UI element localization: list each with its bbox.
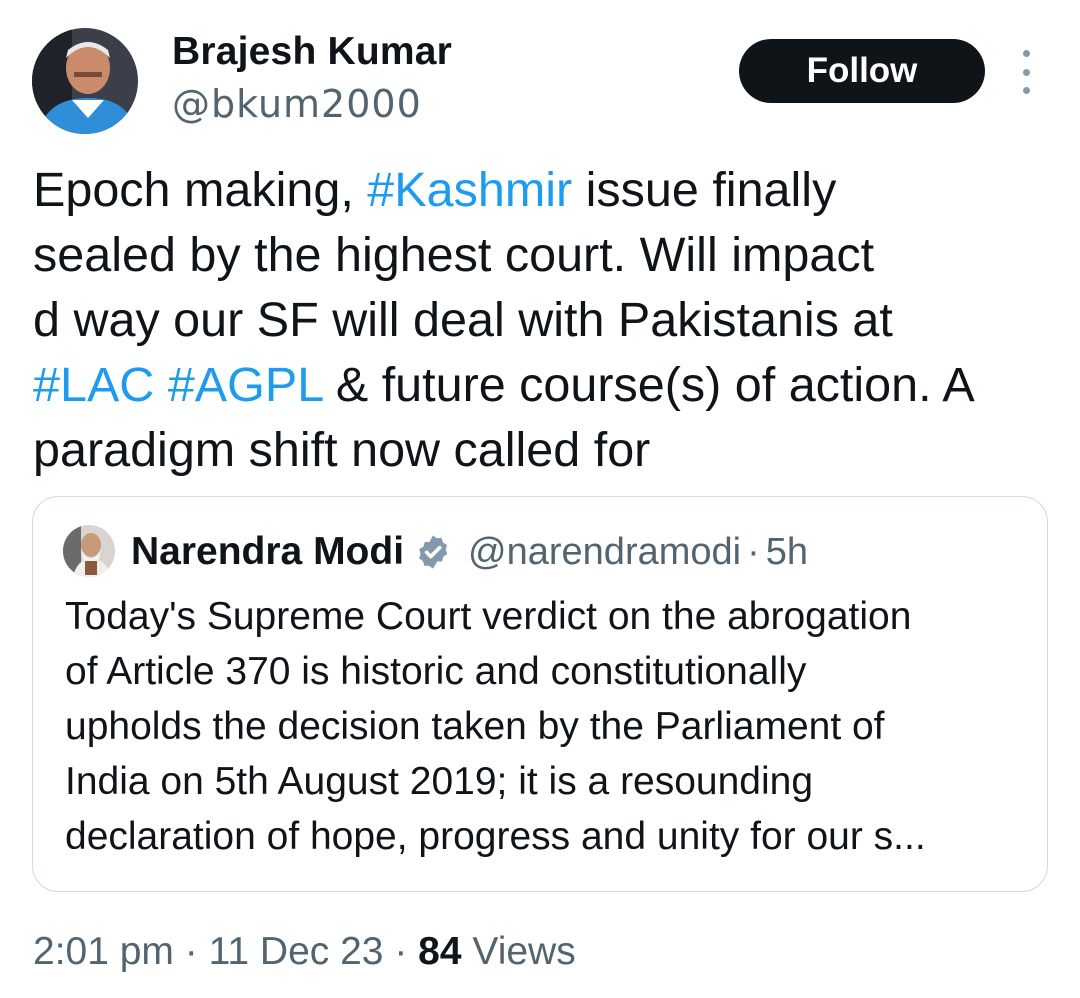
author-avatar[interactable] (32, 28, 138, 134)
tweet-time[interactable]: 2:01 pm (33, 930, 174, 973)
tweet-text-line: Epoch making, #Kashmir issue finally (33, 158, 1043, 223)
quoted-text-line: upholds the decision taken by the Parlia… (65, 705, 885, 748)
tweet-text-segment: Epoch making, (33, 163, 368, 217)
tweet-text-line: d way our SF will deal with Pakistanis a… (33, 288, 1043, 353)
tweet-text-segment: d way our SF will deal with Pakistanis a… (33, 293, 893, 347)
quoted-text: Today's Supreme Court verdict on the abr… (65, 589, 1035, 864)
tweet-date[interactable]: 11 Dec 23 (209, 930, 384, 973)
hashtag-link[interactable]: #LAC (33, 358, 154, 412)
more-dot (1022, 87, 1030, 94)
views-count: 84 (418, 930, 462, 973)
quoted-author-handle[interactable]: @narendramodi (468, 531, 741, 574)
more-dot (1022, 50, 1030, 57)
tweet-text-segment: paradigm shift now called for (33, 423, 651, 477)
tweet-text-segment (154, 358, 167, 412)
quoted-timestamp[interactable]: 5h (766, 531, 808, 574)
author-name[interactable]: Brajesh Kumar (172, 30, 452, 74)
quoted-author-avatar (63, 525, 115, 577)
quoted-separator: · (747, 530, 760, 573)
author-handle[interactable]: @bkum2000 (172, 82, 422, 126)
meta-separator: · (173, 930, 209, 973)
follow-button[interactable]: Follow (739, 39, 985, 103)
tweet-text-line: #LAC #AGPL & future course(s) of action.… (33, 353, 1043, 418)
more-dot (1022, 68, 1030, 76)
tweet-meta: 2:01 pm · 11 Dec 23 · 84 Views (33, 930, 576, 974)
quoted-text-line: India on 5th August 2019; it is a resoun… (65, 760, 814, 803)
hashtag-link[interactable]: #Kashmir (367, 163, 572, 217)
tweet-text: Epoch making, #Kashmir issue finally seal… (33, 158, 1043, 483)
tweet-text-segment: sealed by the highest court. Will impact (33, 228, 875, 282)
more-options-icon[interactable] (1012, 50, 1040, 94)
tweet-text-line: paradigm shift now called for (33, 418, 1043, 483)
tweet-text-line: sealed by the highest court. Will impact (33, 223, 1043, 288)
quoted-text-line: Today's Supreme Court verdict on the abr… (65, 595, 912, 638)
quoted-author-name[interactable]: Narendra Modi (131, 530, 404, 574)
quoted-text-line: of Article 370 is historic and constitut… (65, 650, 807, 693)
tweet-text-segment: & future course(s) of action. A (322, 358, 975, 412)
tweet-text-segment: issue finally (572, 163, 837, 217)
quoted-text-line: declaration of hope, progress and unity … (65, 815, 926, 858)
hashtag-link[interactable]: #AGPL (168, 358, 323, 412)
tweet-header: Brajesh Kumar @bkum2000 Follow (0, 0, 1080, 150)
quoted-header: Narendra Modi @narendramodi · 5h (131, 527, 808, 577)
views-label: Views (461, 930, 576, 973)
meta-separator: · (383, 930, 419, 973)
quoted-tweet[interactable]: Narendra Modi @narendramodi · 5h Today's… (32, 496, 1048, 892)
verified-badge-icon (414, 533, 452, 571)
